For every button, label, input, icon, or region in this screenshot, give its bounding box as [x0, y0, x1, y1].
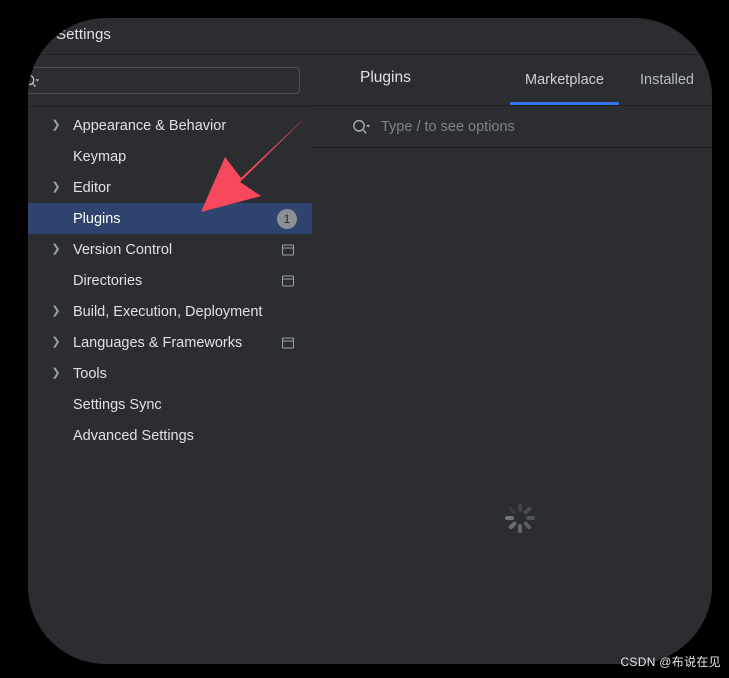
project-scope-icon [282, 275, 294, 286]
sidebar-item-label: Build, Execution, Deployment [73, 303, 263, 320]
sidebar-item-settings-sync[interactable]: Settings Sync [28, 389, 312, 420]
sidebar-search-divider [28, 106, 312, 107]
plugins-search-divider [312, 147, 712, 148]
chevron-right-icon[interactable]: ❯ [50, 296, 62, 327]
settings-dialog: Settings ❯ Appearance & Behavior Keymap … [28, 18, 712, 664]
loading-spinner-icon [502, 487, 538, 533]
sidebar-item-languages-frameworks[interactable]: ❯ Languages & Frameworks [28, 327, 312, 358]
sidebar-item-plugins[interactable]: Plugins 1 [28, 203, 312, 234]
tab-marketplace[interactable]: Marketplace [507, 55, 622, 105]
settings-sidebar: ❯ Appearance & Behavior Keymap ❯ Editor … [28, 55, 312, 664]
chevron-right-icon[interactable]: ❯ [50, 358, 62, 389]
plugins-update-badge: 1 [277, 208, 297, 229]
chevron-right-icon[interactable]: ❯ [50, 110, 62, 141]
settings-nav-list: ❯ Appearance & Behavior Keymap ❯ Editor … [28, 110, 312, 451]
plugins-header: Plugins Marketplace Installed [312, 55, 712, 105]
sidebar-item-label: Languages & Frameworks [73, 334, 243, 351]
sidebar-item-label: Keymap [73, 148, 127, 165]
sidebar-search-row [28, 55, 312, 106]
plugins-tabs: Marketplace Installed [507, 55, 712, 105]
sidebar-item-directories[interactable]: Directories [28, 265, 312, 296]
project-scope-icon [282, 244, 294, 255]
dialog-title: Settings [56, 26, 111, 43]
sidebar-item-label: Tools [73, 365, 107, 382]
watermark-text: CSDN @布说在见 [620, 655, 721, 669]
sidebar-item-version-control[interactable]: ❯ Version Control [28, 234, 312, 265]
search-icon [352, 119, 371, 135]
sidebar-item-label: Plugins [73, 210, 121, 227]
sidebar-item-label: Settings Sync [73, 396, 162, 413]
sidebar-item-label: Appearance & Behavior [73, 117, 227, 134]
plugins-search-placeholder: Type / to see options [381, 118, 515, 135]
project-scope-icon [282, 337, 294, 348]
plugins-search-box[interactable]: Type / to see options [312, 106, 712, 147]
sidebar-search-box[interactable] [28, 67, 300, 94]
chevron-right-icon[interactable]: ❯ [50, 172, 62, 203]
sidebar-item-build-execution-deployment[interactable]: ❯ Build, Execution, Deployment [28, 296, 312, 327]
sidebar-item-editor[interactable]: ❯ Editor [28, 172, 312, 203]
sidebar-item-label: Version Control [73, 241, 173, 258]
sidebar-item-label: Editor [73, 179, 111, 196]
dialog-titlebar: Settings [28, 18, 712, 54]
sidebar-item-label: Advanced Settings [73, 427, 194, 444]
sidebar-item-appearance-behavior[interactable]: ❯ Appearance & Behavior [28, 110, 312, 141]
chevron-right-icon[interactable]: ❯ [50, 327, 62, 358]
tab-installed[interactable]: Installed [622, 55, 712, 105]
screenshot-root: Settings ❯ Appearance & Behavior Keymap … [0, 0, 729, 678]
search-icon [28, 74, 40, 88]
tab-label: Marketplace [525, 72, 604, 88]
plugins-panel: Plugins Marketplace Installed Type / to … [312, 55, 712, 664]
tab-label: Installed [639, 72, 694, 88]
sidebar-item-label: Directories [73, 272, 143, 289]
chevron-right-icon[interactable]: ❯ [50, 234, 62, 265]
page-title: Plugins [360, 69, 411, 86]
sidebar-item-advanced-settings[interactable]: Advanced Settings [28, 420, 312, 451]
sidebar-item-tools[interactable]: ❯ Tools [28, 358, 312, 389]
sidebar-item-keymap[interactable]: Keymap [28, 141, 312, 172]
